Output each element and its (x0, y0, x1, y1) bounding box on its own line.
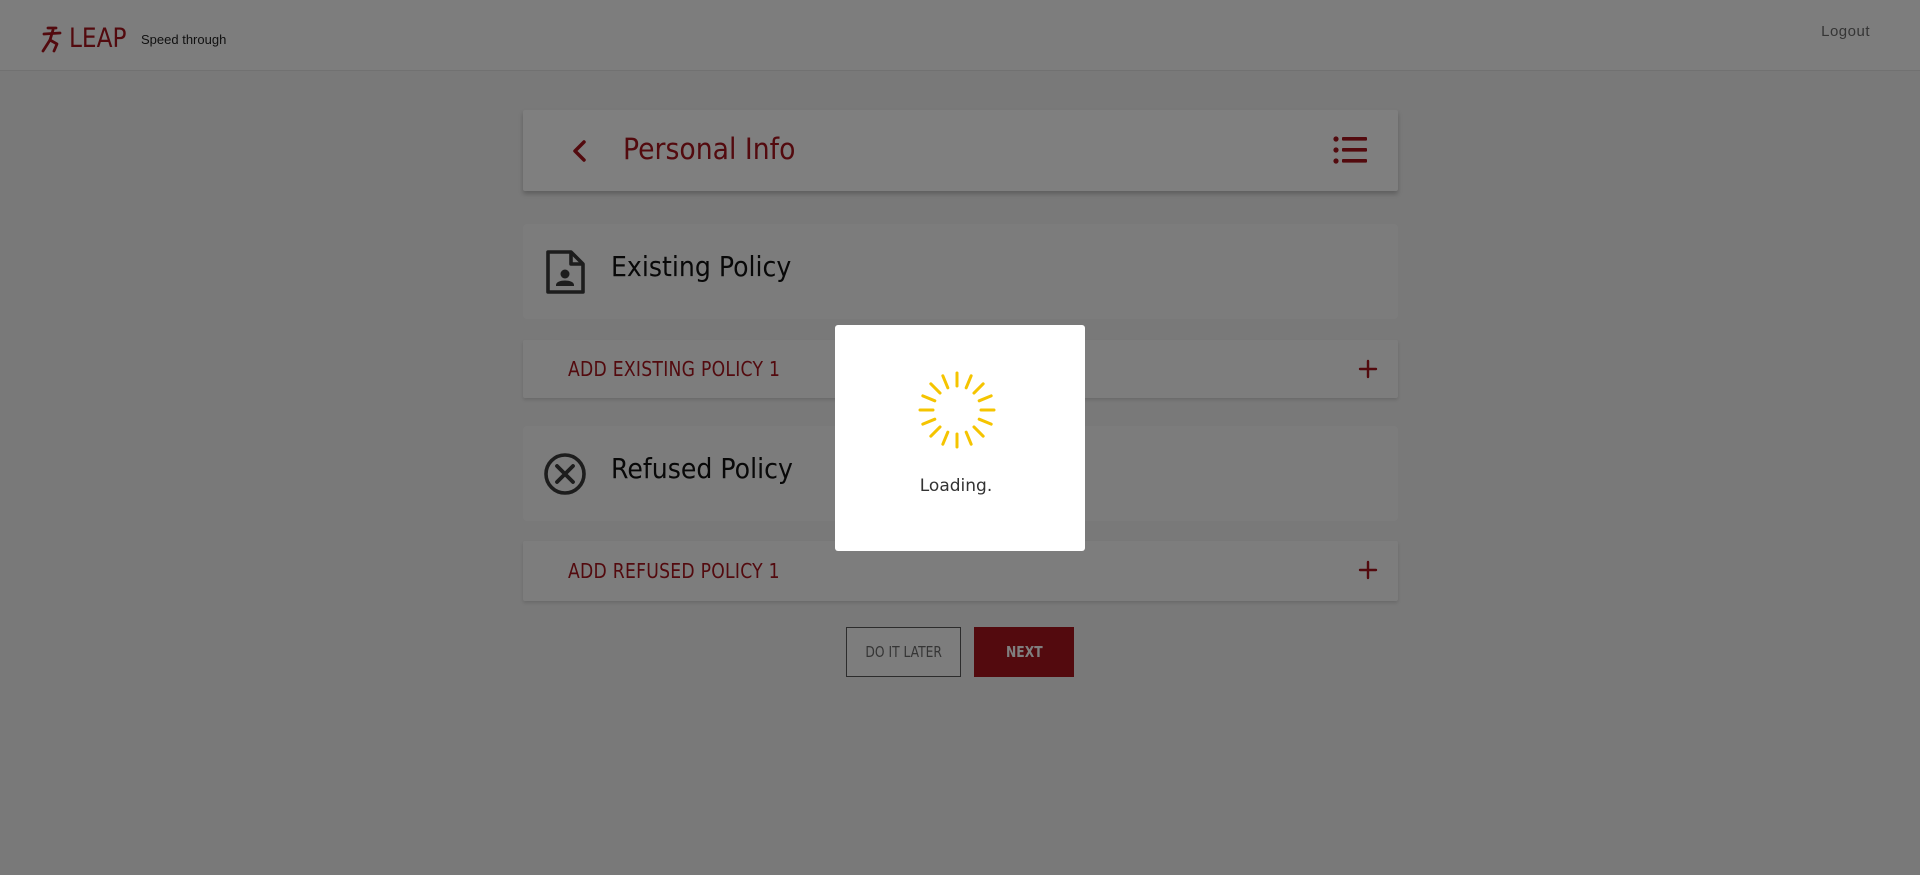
spinner-icon (918, 371, 996, 449)
loading-modal: Loading. (835, 325, 1085, 551)
loading-text: Loading. (919, 476, 993, 496)
